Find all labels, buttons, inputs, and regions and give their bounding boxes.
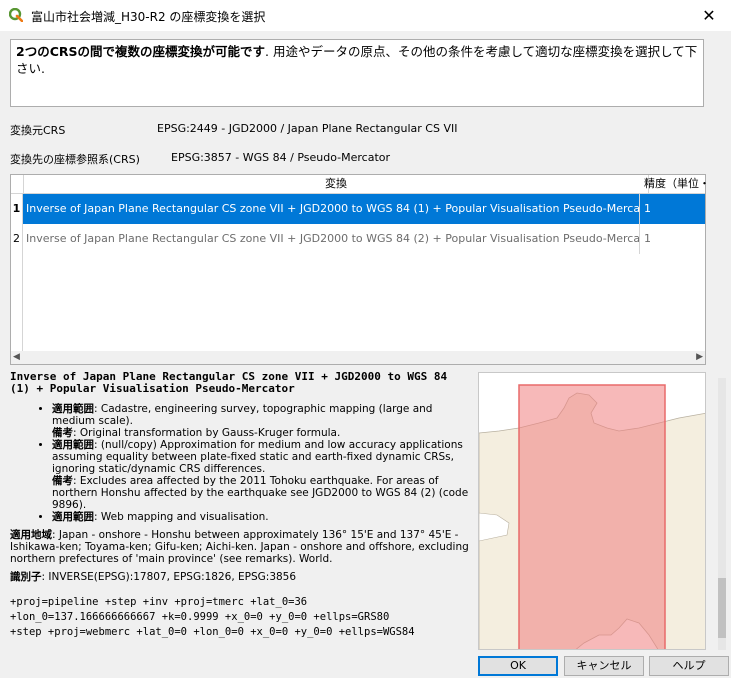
column-header-transformation[interactable]: 変換	[23, 175, 649, 193]
remarks-text: : Original transformation by Gauss-Kruge…	[73, 427, 341, 439]
info-text-box: 2つのCRSの間で複数の座標変換が可能です. 用途やデータの原点、その他の条件を…	[10, 39, 704, 107]
area-label: 適用地域	[10, 529, 52, 541]
qgis-logo-icon	[9, 8, 23, 22]
remarks-label: 備考	[52, 475, 73, 487]
source-crs-label: 変換元CRS	[10, 124, 66, 137]
transformation-name[interactable]: Inverse of Japan Plane Rectangular CS zo…	[23, 224, 639, 254]
remarks-label: 備考	[52, 427, 73, 439]
vertical-scrollbar[interactable]	[715, 378, 729, 650]
transformations-table: 変換 精度（単位・ 1 Inverse of Japan Plane Recta…	[10, 174, 707, 365]
list-item: 適用範囲: Cadastre, engineering survey, topo…	[52, 403, 472, 439]
cancel-button[interactable]: キャンセル	[564, 656, 644, 676]
proj-line: +proj=pipeline +step +inv +proj=tmerc +l…	[10, 596, 308, 608]
help-button[interactable]: ヘルプ	[649, 656, 729, 676]
map-canvas	[479, 373, 705, 649]
remarks-text: : Excludes area affected by the 2011 Toh…	[52, 475, 469, 511]
row-number: 1	[11, 194, 23, 224]
row-number-gutter	[11, 254, 23, 351]
scope-text: : Web mapping and visualisation.	[94, 511, 269, 523]
transformation-name[interactable]: Inverse of Japan Plane Rectangular CS zo…	[23, 194, 639, 224]
dest-crs-label: 変換先の座標参照系(CRS)	[10, 153, 140, 166]
details-list: 適用範囲: Cadastre, engineering survey, topo…	[10, 403, 472, 523]
close-icon[interactable]: ✕	[687, 0, 731, 31]
area-of-use: 適用地域: Japan - onshore - Honshu between a…	[10, 529, 472, 565]
scroll-left-icon[interactable]: ◀	[13, 352, 20, 362]
identifiers-label: 識別子	[10, 571, 42, 583]
transformation-details: Inverse of Japan Plane Rectangular CS zo…	[10, 371, 472, 650]
scope-label: 適用範囲	[52, 511, 94, 523]
proj-string: +proj=pipeline +step +inv +proj=tmerc +l…	[10, 595, 472, 640]
source-crs-value: EPSG:2449 - JGD2000 / Japan Plane Rectan…	[157, 122, 458, 135]
scope-text: : (null/copy) Approximation for medium a…	[52, 439, 463, 475]
identifiers-text: : INVERSE(EPSG):17807, EPSG:1826, EPSG:3…	[41, 571, 297, 583]
horizontal-scrollbar[interactable]: ◀ ▶	[11, 351, 705, 364]
accuracy-value[interactable]: 1	[639, 224, 705, 254]
proj-line: +step +proj=webmerc +lat_0=0 +lon_0=0 +x…	[10, 626, 415, 638]
scope-label: 適用範囲	[52, 403, 94, 415]
identifiers: 識別子: INVERSE(EPSG):17807, EPSG:1826, EPS…	[10, 571, 472, 583]
scroll-thumb[interactable]	[718, 578, 726, 638]
title-bar: 富山市社会増減_H30-R2 の座標変換を選択 ✕	[0, 0, 731, 31]
area-text: : Japan - onshore - Honshu between appro…	[10, 529, 469, 565]
scroll-right-icon[interactable]: ▶	[696, 352, 703, 362]
list-item: 適用範囲: (null/copy) Approximation for medi…	[52, 439, 472, 511]
area-extent-rect	[518, 384, 666, 649]
list-item: 適用範囲: Web mapping and visualisation.	[52, 511, 472, 523]
table-row[interactable]: 2 Inverse of Japan Plane Rectangular CS …	[11, 224, 705, 254]
window-title: 富山市社会増減_H30-R2 の座標変換を選択	[31, 10, 266, 24]
scope-label: 適用範囲	[52, 439, 94, 451]
table-header: 変換 精度（単位・	[11, 175, 707, 194]
accuracy-value[interactable]: 1	[639, 194, 705, 224]
table-row[interactable]: 1 Inverse of Japan Plane Rectangular CS …	[11, 194, 705, 224]
row-number: 2	[11, 224, 23, 254]
scope-text: : Cadastre, engineering survey, topograp…	[52, 403, 433, 427]
info-bold-text: 2つのCRSの間で複数の座標変換が可能です	[16, 44, 265, 59]
proj-line: +lon_0=137.166666666667 +k=0.9999 +x_0=0…	[10, 611, 390, 623]
details-title: Inverse of Japan Plane Rectangular CS zo…	[10, 371, 448, 395]
dest-crs-value: EPSG:3857 - WGS 84 / Pseudo-Mercator	[171, 151, 391, 164]
column-header-accuracy[interactable]: 精度（単位・	[642, 175, 707, 193]
ok-button[interactable]: OK	[478, 656, 558, 676]
area-of-use-map	[478, 372, 706, 650]
